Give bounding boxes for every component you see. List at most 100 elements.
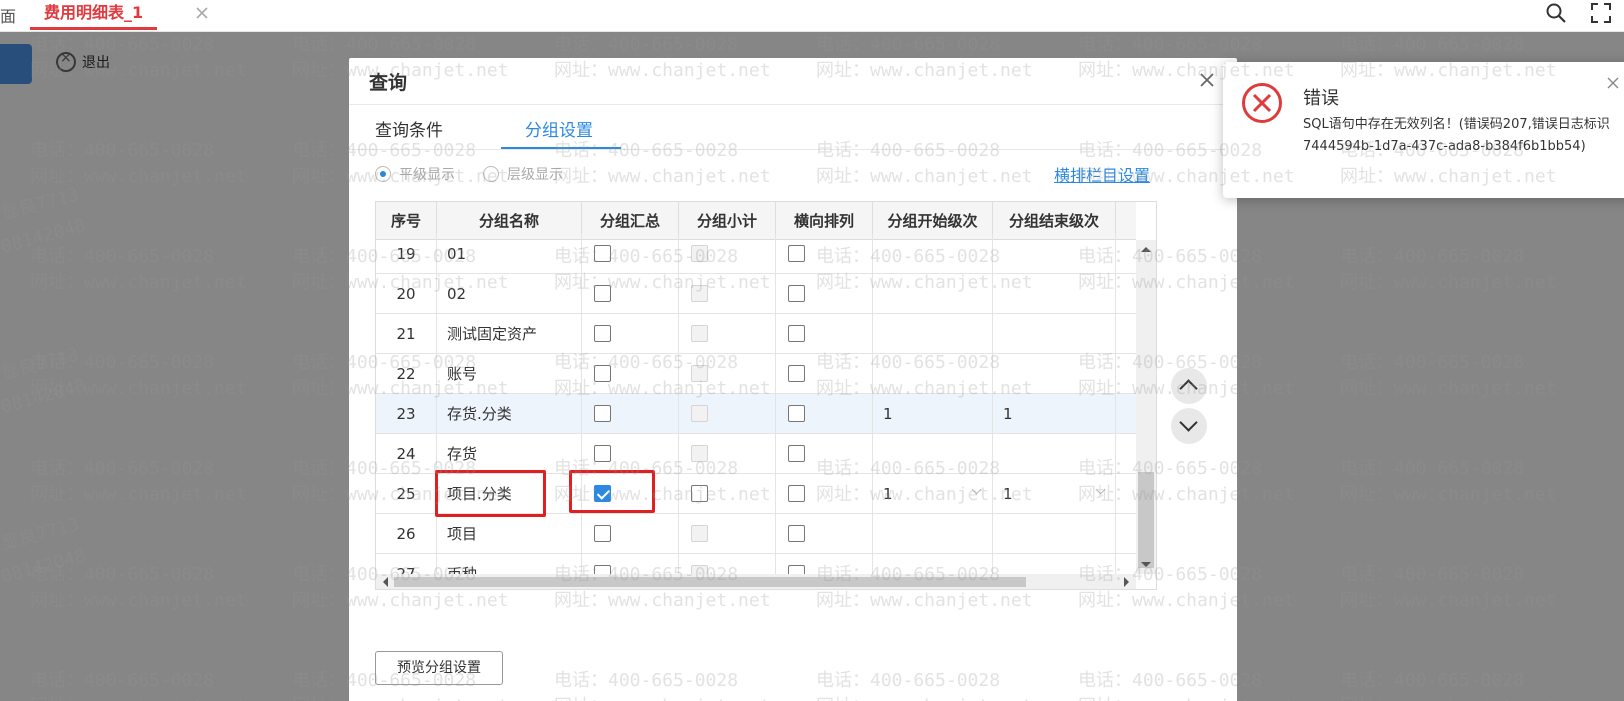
move-down-button[interactable] — [1171, 408, 1207, 444]
summary-cell — [582, 274, 679, 314]
table-row[interactable]: 26 项目 — [376, 514, 1136, 554]
start-level-cell: 1 — [873, 394, 993, 434]
horizontal-checkbox[interactable] — [788, 325, 805, 342]
table-row[interactable]: 23 存货.分类 1 1 — [376, 394, 1136, 434]
move-up-button[interactable] — [1171, 368, 1207, 404]
scroll-right-arrow-icon[interactable] — [1124, 577, 1134, 587]
horizontal-checkbox[interactable] — [788, 365, 805, 382]
dialog-title: 查询 — [369, 72, 408, 94]
horizontal-checkbox[interactable] — [788, 245, 805, 262]
horizontal-cell — [776, 274, 873, 314]
radio-label: 平级显示 — [399, 167, 455, 183]
table-row[interactable]: 21 测试固定资产 — [376, 314, 1136, 354]
radio-dot[interactable] — [375, 166, 391, 182]
summary-checkbox[interactable] — [594, 525, 611, 542]
horizontal-checkbox[interactable] — [788, 485, 805, 502]
summary-checkbox[interactable] — [594, 325, 611, 342]
summary-checkbox[interactable] — [594, 445, 611, 462]
row-number: 26 — [376, 514, 437, 554]
table-row[interactable]: 20 02 — [376, 274, 1136, 314]
horizontal-cell — [776, 314, 873, 354]
start-level-cell — [873, 434, 993, 474]
horizontal-checkbox[interactable] — [788, 445, 805, 462]
summary-checkbox[interactable] — [594, 405, 611, 422]
radio-level-display[interactable]: 层级显示 — [483, 164, 563, 184]
preview-group-settings-button[interactable]: 预览分组设置 — [375, 651, 503, 685]
scroll-thumb[interactable] — [394, 577, 1026, 587]
row-number: 23 — [376, 394, 437, 434]
scroll-left-arrow-icon[interactable] — [378, 577, 388, 587]
subtotal-checkbox — [691, 525, 708, 542]
table-row[interactable]: 24 存货 — [376, 434, 1136, 474]
tab-bar: 面 费用明细表_1 — [0, 0, 1624, 32]
horizontal-checkbox[interactable] — [788, 525, 805, 542]
fullscreen-icon[interactable] — [1590, 2, 1612, 24]
horizontal-cell — [776, 434, 873, 474]
end-level-value: 1 — [1003, 405, 1013, 423]
end-level-cell — [993, 274, 1116, 314]
horizontal-cell — [776, 354, 873, 394]
close-tab-icon[interactable] — [194, 5, 210, 21]
radio-flat-display[interactable]: 平级显示 — [375, 164, 455, 184]
radio-dot[interactable] — [483, 166, 499, 182]
summary-cell — [582, 354, 679, 394]
start-level-cell[interactable]: 1 — [873, 474, 993, 514]
start-level-cell — [873, 354, 993, 394]
table-row[interactable]: 19 01 — [376, 234, 1136, 274]
tab-query-conditions[interactable]: 查询条件 — [375, 116, 443, 141]
tab-previous[interactable]: 面 — [0, 3, 16, 27]
search-icon[interactable] — [1545, 2, 1567, 24]
tab-label: 费用明细表_1 — [44, 3, 144, 22]
scroll-down-arrow-icon[interactable] — [1141, 562, 1151, 572]
subtotal-checkbox — [691, 285, 708, 302]
tab-expense-detail[interactable]: 费用明细表_1 — [30, 0, 208, 30]
end-level-cell: 1 — [993, 394, 1116, 434]
subtotal-cell — [679, 394, 776, 434]
subtotal-cell — [679, 354, 776, 394]
query-dialog: 查询 查询条件 分组设置 平级显示 层级显示 横排栏目设置 序号 分组名称 分组… — [349, 58, 1237, 701]
row-number: 22 — [376, 354, 437, 394]
vertical-scrollbar[interactable] — [1136, 240, 1156, 574]
end-level-cell — [993, 514, 1116, 554]
error-circle-icon — [1242, 83, 1282, 123]
subtotal-checkbox — [691, 445, 708, 462]
start-level-cell — [873, 234, 993, 274]
horizontal-checkbox[interactable] — [788, 405, 805, 422]
subtotal-checkbox[interactable] — [691, 485, 708, 502]
summary-checkbox[interactable] — [594, 285, 611, 302]
horizontal-cell — [776, 514, 873, 554]
summary-checkbox[interactable] — [594, 245, 611, 262]
end-level-cell — [993, 314, 1116, 354]
radio-label: 层级显示 — [507, 167, 563, 183]
horizontal-checkbox[interactable] — [788, 285, 805, 302]
subtotal-cell — [679, 274, 776, 314]
group-name: 存货 — [437, 434, 582, 474]
start-level-value: 1 — [883, 485, 893, 503]
tab-group-settings[interactable]: 分组设置 — [525, 116, 593, 141]
close-notification-icon[interactable] — [1606, 76, 1620, 90]
end-level-cell[interactable]: 1 — [993, 474, 1116, 514]
row-number: 20 — [376, 274, 437, 314]
group-name: 项目 — [437, 514, 582, 554]
subtotal-cell — [679, 474, 776, 514]
row-number: 19 — [376, 234, 437, 274]
subtotal-cell — [679, 234, 776, 274]
row-number: 24 — [376, 434, 437, 474]
summary-checkbox[interactable] — [594, 365, 611, 382]
error-message: SQL语句中存在无效列名！(错误码207,错误日志标识 7444594b-1d7… — [1303, 117, 1610, 154]
dialog-close-icon[interactable] — [1197, 70, 1217, 90]
scroll-thumb[interactable] — [1138, 472, 1154, 568]
column-settings-link[interactable]: 横排栏目设置 — [1054, 162, 1150, 186]
chevron-down-icon — [1179, 413, 1198, 432]
group-name: 01 — [437, 234, 582, 274]
summary-cell — [582, 234, 679, 274]
start-level-cell — [873, 274, 993, 314]
summary-cell — [582, 434, 679, 474]
row-number: 25 — [376, 474, 437, 514]
scroll-up-arrow-icon[interactable] — [1141, 242, 1151, 252]
chevron-down-icon — [1095, 484, 1106, 495]
horizontal-scrollbar[interactable] — [376, 574, 1136, 589]
table-row[interactable]: 22 账号 — [376, 354, 1136, 394]
end-level-cell — [993, 234, 1116, 274]
summary-cell — [582, 314, 679, 354]
